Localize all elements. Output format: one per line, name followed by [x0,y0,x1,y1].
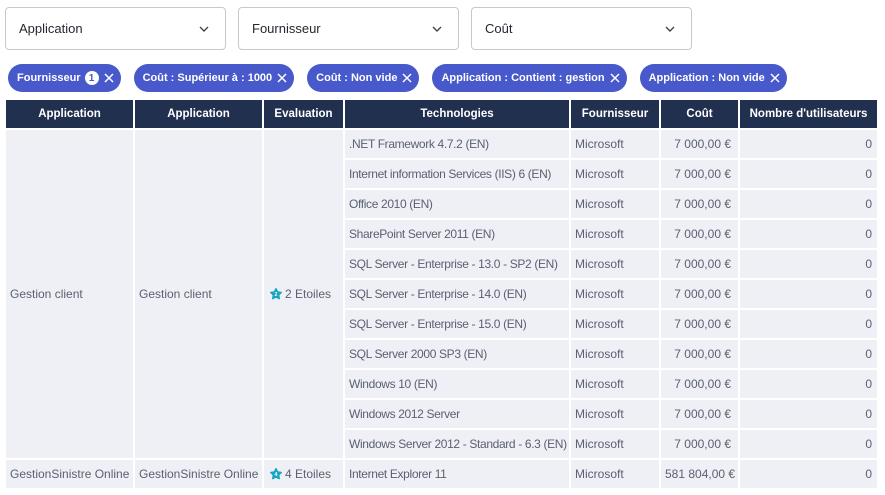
svg-text:4: 4 [275,472,278,478]
svg-text:2: 2 [275,292,278,298]
